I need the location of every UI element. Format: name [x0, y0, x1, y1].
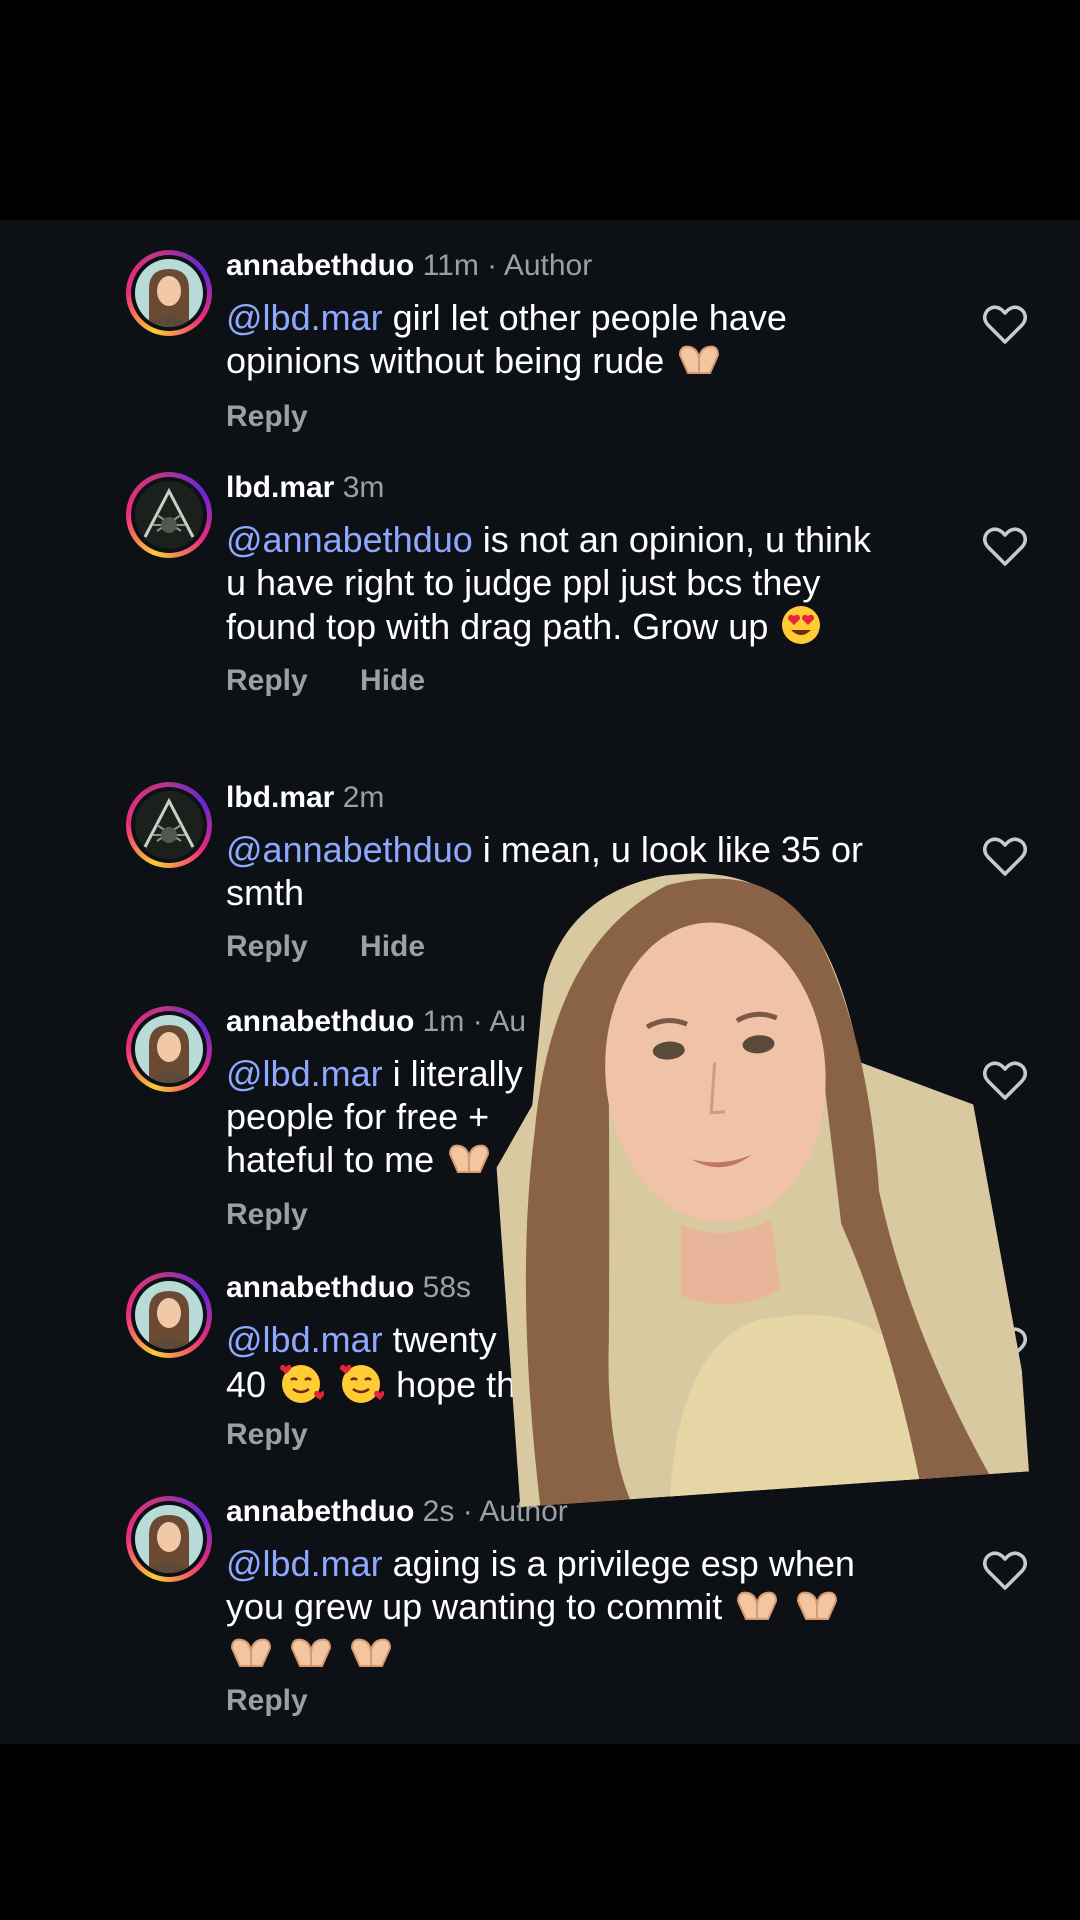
top-black-bar: [0, 0, 1080, 220]
comment-text: @lbd.mar aging is a privilege esp when y…: [226, 1542, 946, 1679]
username[interactable]: lbd.mar: [226, 471, 334, 504]
creator-video-overlay: [477, 853, 1030, 1508]
comment-time: 11m: [422, 249, 479, 282]
comment-time: 3m: [342, 471, 385, 504]
comment-header: annabethduo 1m · Au: [226, 1004, 526, 1040]
hide-button[interactable]: Hide: [360, 664, 425, 697]
avatar[interactable]: [135, 1281, 203, 1349]
heart-outline-icon[interactable]: [982, 304, 1028, 346]
separator: ·: [487, 249, 498, 282]
comment-text: @lbd.mar girl let other people have opin…: [226, 296, 946, 386]
avatar[interactable]: [135, 1015, 203, 1083]
heart-outline-icon[interactable]: [982, 1550, 1028, 1592]
avatar[interactable]: [135, 481, 203, 549]
story-ring[interactable]: [126, 1006, 212, 1092]
comment-line: hope th: [396, 1364, 517, 1406]
comment-header: annabethduo 2s · Author: [226, 1494, 568, 1530]
heart-hands-emoji: [794, 1587, 840, 1632]
smiling-face-with-hearts-emoji: [278, 1361, 325, 1414]
bottom-black-bar: [0, 1744, 1080, 1920]
mention-link[interactable]: @lbd.mar: [226, 1053, 383, 1094]
comment-line: opinions without being rude: [226, 340, 665, 381]
reply-button[interactable]: Reply: [226, 930, 308, 963]
story-ring[interactable]: [126, 1496, 212, 1582]
separator: ·: [472, 1005, 483, 1038]
username[interactable]: annabethduo: [226, 249, 414, 282]
comment-line: people for free +: [226, 1096, 490, 1137]
comment-actions: Reply: [226, 1684, 352, 1718]
comment-header: annabethduo 58s: [226, 1270, 471, 1306]
heart-eyes-emoji: [780, 604, 822, 655]
username[interactable]: annabethduo: [226, 1271, 414, 1304]
comment-actions: Reply Hide: [226, 930, 469, 964]
heart-hands-emoji: [734, 1587, 780, 1632]
comment-line: is not an opinion, u think: [472, 519, 872, 560]
avatar[interactable]: [135, 791, 203, 859]
avatar[interactable]: [135, 259, 203, 327]
comment-line: twenty: [382, 1319, 497, 1360]
separator: ·: [462, 1495, 473, 1528]
mention-link[interactable]: @annabethduo: [226, 519, 473, 560]
comment-line: u have right to judge ppl just bcs they: [226, 562, 821, 603]
mention-link[interactable]: @lbd.mar: [226, 1543, 383, 1584]
mention-link[interactable]: @lbd.mar: [226, 1319, 383, 1360]
reply-button[interactable]: Reply: [226, 400, 308, 433]
mention-link[interactable]: @lbd.mar: [226, 297, 383, 338]
comment-actions: Reply: [226, 1198, 352, 1232]
reply-button[interactable]: Reply: [226, 1684, 308, 1717]
heart-hands-emoji: [348, 1634, 394, 1679]
reply-button[interactable]: Reply: [226, 1418, 308, 1451]
hide-button[interactable]: Hide: [360, 930, 425, 963]
username[interactable]: annabethduo: [226, 1005, 414, 1038]
username[interactable]: lbd.mar: [226, 781, 334, 814]
story-ring[interactable]: [126, 472, 212, 558]
comment-time: 2s: [422, 1495, 455, 1528]
username[interactable]: annabethduo: [226, 1495, 414, 1528]
comment-actions: Reply: [226, 400, 352, 434]
comment-line: i mean, u look like 35 or: [472, 829, 863, 870]
comment-text: @annabethduo is not an opinion, u think …: [226, 518, 946, 655]
mention-link[interactable]: @annabethduo: [226, 829, 473, 870]
reply-button[interactable]: Reply: [226, 664, 308, 697]
comment-time: 2m: [342, 781, 385, 814]
comment-header: annabethduo 11m · Author: [226, 248, 592, 284]
comment-actions: Reply Hide: [226, 664, 469, 698]
heart-hands-emoji: [228, 1634, 274, 1679]
comment-time: 58s: [422, 1271, 472, 1304]
story-ring[interactable]: [126, 1272, 212, 1358]
story-ring[interactable]: [126, 250, 212, 336]
heart-hands-emoji: [676, 341, 722, 386]
smiling-face-with-hearts-emoji: [338, 1361, 385, 1414]
heart-hands-emoji: [446, 1140, 492, 1185]
comment-header: lbd.mar 2m: [226, 780, 384, 816]
comment-header: lbd.mar 3m: [226, 470, 384, 506]
comment-line: girl let other people have: [382, 297, 787, 338]
comment-line: 40: [226, 1364, 267, 1406]
comment-line: smth: [226, 872, 305, 913]
avatar[interactable]: [135, 1505, 203, 1573]
comment-actions: Reply: [226, 1418, 352, 1452]
comment-line: hateful to me: [226, 1139, 435, 1180]
comment-line: you grew up wanting to commit: [226, 1586, 723, 1627]
author-tag: Author: [503, 249, 593, 282]
comment-time: 1m: [422, 1005, 465, 1038]
heart-outline-icon[interactable]: [982, 836, 1028, 878]
reply-button[interactable]: Reply: [226, 1198, 308, 1231]
heart-outline-icon[interactable]: [982, 526, 1028, 568]
comment-line: aging is a privilege esp when: [382, 1543, 855, 1584]
story-ring[interactable]: [126, 782, 212, 868]
comment-line: found top with drag path. Grow up: [226, 606, 769, 648]
heart-hands-emoji: [288, 1634, 334, 1679]
